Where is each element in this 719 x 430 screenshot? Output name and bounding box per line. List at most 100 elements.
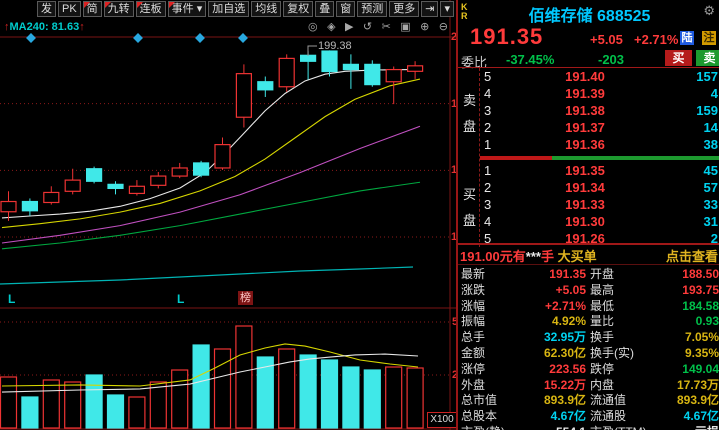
book-level: 2: [484, 119, 491, 136]
order-book-row-sell-5[interactable]: 5191.40157: [480, 68, 719, 85]
stat-value: 184.58: [649, 298, 719, 314]
stat-value: 0.93: [649, 313, 719, 329]
candle-body: [44, 192, 59, 202]
candle-body: [301, 55, 316, 61]
toolbar-button-12[interactable]: 更多: [389, 1, 419, 17]
toolbar-button-10[interactable]: 窗: [336, 1, 355, 17]
stat-value: 893.9亿: [518, 392, 586, 408]
candle-body: [129, 186, 144, 193]
toolbar-button-6[interactable]: 加自选: [208, 1, 249, 17]
ma-line-white: [2, 69, 420, 218]
book-level: 5: [484, 68, 491, 85]
stat-label: 换手(实): [590, 345, 634, 361]
book-price: 191.33: [550, 196, 620, 213]
stat-label: 最低: [590, 298, 614, 314]
stat-value: 4.92%: [518, 313, 586, 329]
toolbar-button-8[interactable]: 复权: [283, 1, 313, 17]
stat-row-0: 最新191.35开盘188.50: [458, 266, 719, 282]
order-book-row-buy-3[interactable]: 3191.3333: [480, 196, 719, 213]
volume-bar: [407, 368, 423, 428]
volume-bar: [300, 355, 316, 428]
book-price: 191.30: [550, 213, 620, 230]
book-price: 191.39: [550, 85, 620, 102]
price-badge-1: 注: [702, 31, 716, 45]
order-book-row-buy-4[interactable]: 4191.3031: [480, 213, 719, 230]
toolbar-button-11[interactable]: 预测: [357, 1, 387, 17]
volume-bar: [172, 370, 188, 428]
toolbar-button-7[interactable]: 均线: [251, 1, 281, 17]
toolbar-button-14[interactable]: ▾: [440, 1, 454, 17]
alert-text: ***: [526, 249, 541, 264]
toolbar-button-1[interactable]: PK: [58, 1, 81, 17]
toolbar-button-4[interactable]: 连板: [136, 1, 166, 17]
toolbar-button-2[interactable]: 简: [83, 1, 102, 17]
drag-hand-icon[interactable]: ◈: [327, 20, 335, 33]
order-book-row-sell-4[interactable]: 4191.394: [480, 85, 719, 102]
candle-body: [87, 169, 102, 182]
order-book-row-buy-2[interactable]: 2191.3457: [480, 179, 719, 196]
big-order-alert[interactable]: 191.00元有***手 大买单点击查看: [460, 246, 719, 263]
alert-text: 大买单: [554, 249, 597, 264]
mid-pane-line: [0, 267, 413, 284]
stat-label: 涨停: [461, 361, 485, 377]
stat-label: 总手: [461, 329, 485, 345]
volume-bar: [43, 380, 59, 428]
kline-chart[interactable]: [0, 0, 456, 430]
book-price: 191.38: [550, 102, 620, 119]
candle-body: [408, 66, 423, 71]
toolbar-button-5[interactable]: 事件 ▾: [168, 1, 207, 17]
book-volume: 31: [704, 213, 718, 230]
candle-body: [215, 145, 230, 168]
stat-value: +2.71%: [518, 298, 586, 314]
order-book-row-sell-3[interactable]: 3191.38159: [480, 102, 719, 119]
candle-body: [172, 168, 187, 176]
toolbar-button-0[interactable]: 发: [37, 1, 56, 17]
y-axis-label: 171.72: [451, 98, 456, 110]
chart-region: 发PK简九转连板事件 ▾加自选均线复权叠窗预测更多⇥▾ ↑MA240: 81.6…: [0, 0, 456, 430]
stat-label: 流通值: [590, 392, 626, 408]
window-icon[interactable]: ▣: [400, 20, 410, 33]
cut-icon[interactable]: ✂: [382, 20, 391, 33]
stat-label: 流通股: [590, 408, 626, 424]
zoom-out-icon[interactable]: ⊖: [439, 20, 448, 33]
candle-body: [279, 58, 294, 86]
order-book-row-sell-2[interactable]: 2191.3714: [480, 119, 719, 136]
toolbar-button-9[interactable]: 叠: [315, 1, 334, 17]
stat-row-10: 市盈(静)554.1市盈(TTM)亏损: [458, 424, 719, 430]
book-volume: 57: [704, 179, 718, 196]
buy-button[interactable]: 买: [665, 50, 692, 66]
order-book-row-sell-1[interactable]: 1191.3638: [480, 136, 719, 153]
book-price: 191.34: [550, 179, 620, 196]
volume-axis-label: 2846: [452, 369, 456, 381]
weibi-value: -37.45%: [506, 52, 554, 67]
stat-value: +5.05: [518, 282, 586, 298]
stat-label: 振幅: [461, 313, 485, 329]
stat-label: 最新: [461, 266, 485, 282]
volume-bar: [1, 377, 17, 428]
view-circle-icon[interactable]: ◎: [308, 20, 318, 33]
book-volume: 14: [704, 119, 718, 136]
gear-icon[interactable]: ⚙: [703, 3, 715, 19]
order-book-row-buy-1[interactable]: 1191.3545: [480, 162, 719, 179]
book-price: 191.36: [550, 136, 620, 153]
y-axis-label: 206.29: [451, 31, 456, 43]
stat-row-7: 外盘15.22万内盘17.73万: [458, 377, 719, 393]
stat-value: 893.9亿: [649, 392, 719, 408]
book-level: 3: [484, 196, 491, 213]
toolbar-button-3[interactable]: 九转: [104, 1, 134, 17]
alert-view-link[interactable]: 点击查看: [666, 246, 718, 265]
price-annotation: 199.38: [318, 40, 352, 52]
candle-body: [194, 163, 209, 175]
stat-row-4: 总手32.95万换手7.05%: [458, 329, 719, 345]
volume-bar: [364, 370, 380, 428]
book-level: 1: [484, 136, 491, 153]
play-icon[interactable]: ▶: [345, 20, 353, 33]
weibi-delta: -203: [598, 52, 624, 67]
sell-button[interactable]: 卖: [696, 50, 719, 66]
stat-row-5: 金额62.30亿换手(实)9.35%: [458, 345, 719, 361]
undo-icon[interactable]: ↺: [363, 20, 372, 33]
book-price: 191.40: [550, 68, 620, 85]
zoom-in-icon[interactable]: ⊕: [420, 20, 429, 33]
toolbar-button-13[interactable]: ⇥: [421, 1, 438, 17]
candle-body: [322, 51, 337, 71]
